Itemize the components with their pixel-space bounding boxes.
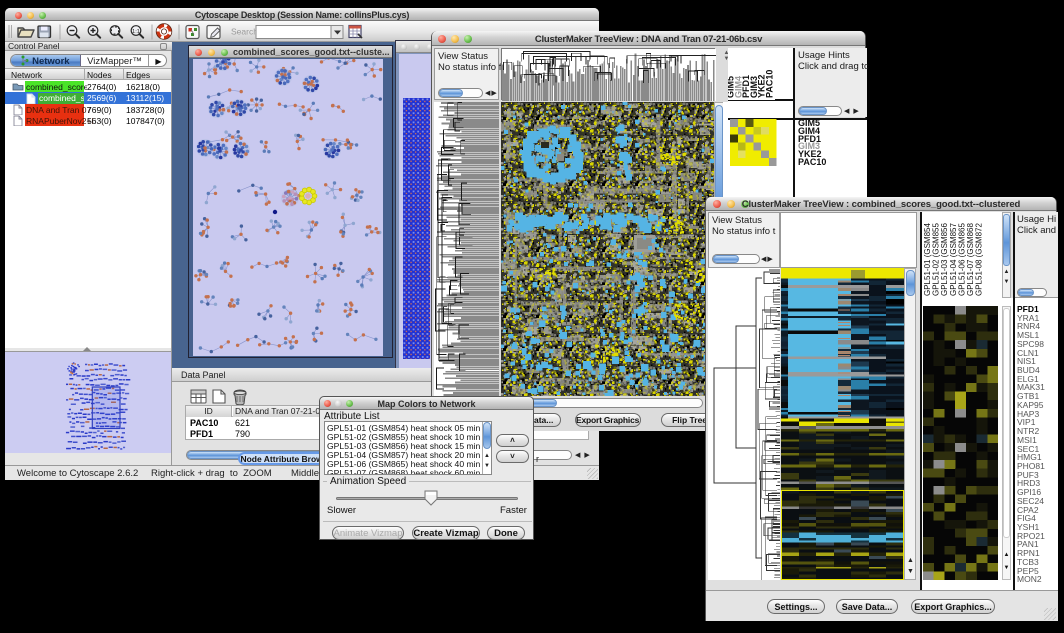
- svg-text:PAC10: PAC10: [765, 70, 775, 98]
- svg-text:GPL51-08 (GSM872: GPL51-08 (GSM872: [975, 223, 984, 296]
- svg-text:1:1: 1:1: [132, 29, 140, 35]
